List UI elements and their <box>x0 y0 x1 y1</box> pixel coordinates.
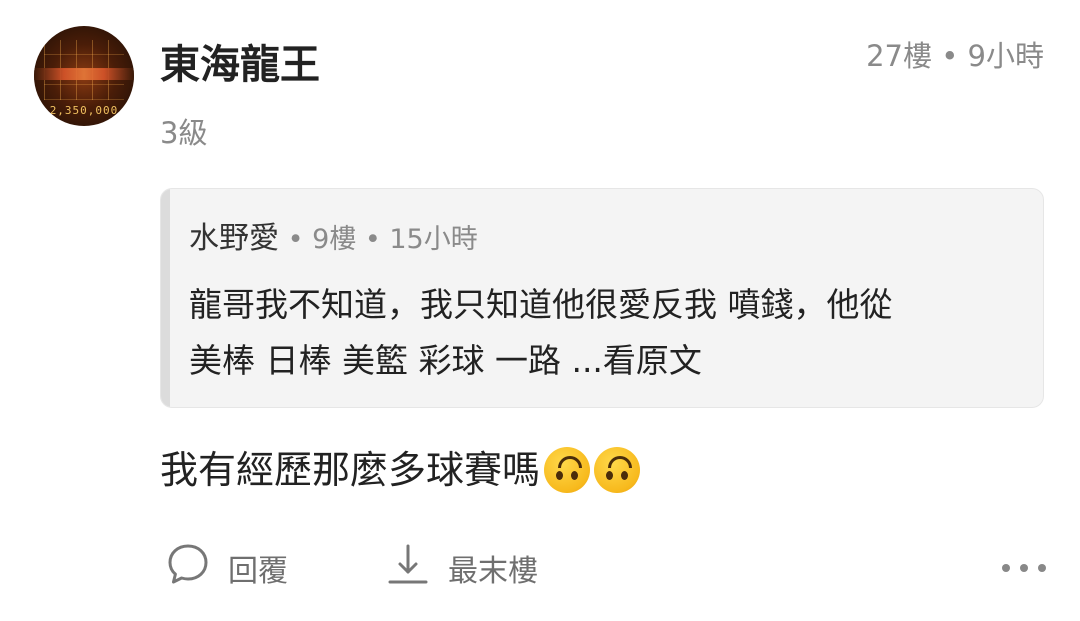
arrow-down-to-line-icon <box>386 542 430 594</box>
quote-header: 水野愛 • 9樓 • 15小時 <box>189 219 478 260</box>
user-level: 3級 <box>160 116 208 150</box>
avatar-band <box>34 68 134 80</box>
last-floor-label: 最末樓 <box>448 554 538 589</box>
last-floor-button[interactable]: 最末樓 <box>386 540 538 596</box>
action-bar: 回覆 最末樓 <box>160 540 1046 596</box>
username[interactable]: 東海龍王 <box>160 38 320 92</box>
avatar-digits: 2,350,000 <box>49 104 119 117</box>
speech-bubble-icon <box>166 542 210 594</box>
post-card: 2,350,000 東海龍王 27樓 • 9小時 3級 水野愛 • 9樓 • 1… <box>0 0 1080 621</box>
quote-line: 龍哥我不知道，我只知道他很愛反我 噴錢，他從 <box>189 285 893 324</box>
read-original-link[interactable]: ...看原文 <box>571 341 701 380</box>
quoted-reply[interactable]: 水野愛 • 9樓 • 15小時 龍哥我不知道，我只知道他很愛反我 噴錢，他從 美… <box>160 188 1044 408</box>
upside-down-face-icon <box>544 447 591 493</box>
quote-meta: • 9樓 • 15小時 <box>279 224 478 255</box>
quote-body: 龍哥我不知道，我只知道他很愛反我 噴錢，他從 美棒 日棒 美籃 彩球 一路 ..… <box>189 277 1029 389</box>
quote-accent-bar <box>161 189 170 407</box>
reply-label: 回覆 <box>228 554 288 589</box>
avatar[interactable]: 2,350,000 <box>34 26 134 126</box>
quote-line-text: 美棒 日棒 美籃 彩球 一路 <box>189 341 572 380</box>
floor-meta: 27樓 • 9小時 <box>866 39 1044 73</box>
upside-down-face-icon <box>594 447 641 493</box>
more-dots-icon[interactable] <box>1002 546 1046 590</box>
reply-button[interactable]: 回覆 <box>166 540 288 596</box>
quote-line: 美棒 日棒 美籃 彩球 一路 ...看原文 <box>189 333 1029 389</box>
quote-author: 水野愛 <box>189 221 279 256</box>
post-content-text: 我有經歷那麼多球賽嗎 <box>160 448 541 492</box>
post-content: 我有經歷那麼多球賽嗎 <box>160 444 641 496</box>
